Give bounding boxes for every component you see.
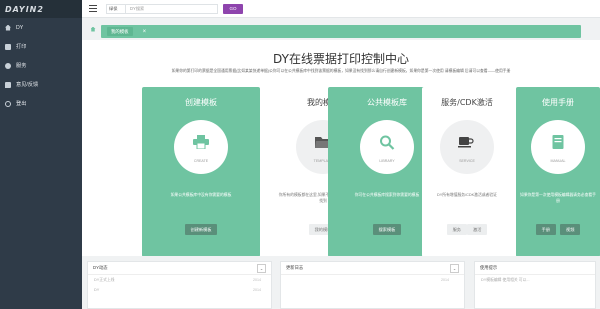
card-create-template: 创建模板 CREATE 如果公共模板库中没有你需要的模板 创建新模板 bbox=[142, 87, 260, 257]
list-item[interactable]: 2014 bbox=[281, 275, 464, 285]
sidebar-item-label: 打印 bbox=[16, 44, 27, 50]
service-button[interactable]: 服务 bbox=[446, 224, 467, 235]
list-item[interactable]: DY 2014 bbox=[88, 285, 271, 295]
card-text: DY所有增值服务/CDK激活或者验证 bbox=[437, 193, 497, 197]
card-icon-caption: MANUAL bbox=[550, 159, 566, 163]
card-icon-caption: CREATE bbox=[193, 159, 209, 163]
tab-home[interactable] bbox=[88, 24, 98, 34]
card-text: 你可在公共模板库搜索到你需要的模板 bbox=[354, 193, 420, 197]
sidebar-item-feedback[interactable]: 意见/反馈 bbox=[0, 75, 82, 94]
list-item[interactable]: DY模板编辑 使用相关 可以... bbox=[475, 275, 595, 285]
sidebar-item-label: DY bbox=[16, 24, 24, 31]
page-description: 如果你的第打印的票据是全国通用票据(比如某某快递单据)公你可以在公共模板库中找到… bbox=[171, 69, 511, 73]
card-text: 如果你是第一次使用模板编辑器请务必查看手册 bbox=[520, 193, 596, 204]
sidebar-item-label: 意见/反馈 bbox=[16, 82, 39, 88]
printer-icon bbox=[193, 135, 209, 149]
card-title: 创建模板 bbox=[185, 98, 217, 107]
search-scope-select[interactable]: 绿保 bbox=[106, 3, 126, 14]
service-icon bbox=[5, 62, 11, 69]
topbar: 绿保 DY搜索 GO bbox=[82, 0, 600, 18]
chevron-down-icon[interactable]: ⌄ bbox=[450, 264, 459, 273]
printer-icon bbox=[5, 43, 11, 50]
menu-toggle-icon[interactable] bbox=[89, 5, 97, 12]
panel-title: 更新日志 bbox=[286, 265, 304, 270]
close-icon[interactable]: × bbox=[143, 29, 147, 35]
search-template-button[interactable]: 搜索模板 bbox=[372, 224, 402, 235]
panel-title: DY动态 bbox=[93, 265, 108, 270]
brand-logo: DAYIN2 bbox=[5, 4, 44, 14]
sidebar-item-dy[interactable]: DY bbox=[0, 18, 82, 37]
logout-icon bbox=[5, 100, 11, 107]
brand[interactable]: DAYIN2 bbox=[0, 0, 82, 18]
card-icon-caption: LIBRARY bbox=[379, 159, 395, 163]
home-icon bbox=[5, 24, 11, 31]
video-button[interactable]: 视频 bbox=[560, 224, 581, 235]
create-template-button[interactable]: 创建新模板 bbox=[184, 224, 218, 235]
go-button[interactable]: GO bbox=[223, 3, 243, 14]
card-icon-caption: SERVICE bbox=[459, 159, 475, 163]
sidebar-item-logout[interactable]: 登出 bbox=[0, 94, 82, 113]
panel-tips: 使用提示 DY模板编辑 使用相关 可以... bbox=[474, 261, 596, 309]
card-icon-circle: MANUAL bbox=[531, 120, 585, 174]
card-service: 服务/CDK激活 SERVICE DY所有增值服务/CDK激活或者验证 服务 激… bbox=[422, 87, 512, 257]
feedback-icon bbox=[5, 81, 11, 88]
activate-button[interactable]: 激活 bbox=[467, 224, 488, 235]
card-icon-circle: CREATE bbox=[174, 120, 228, 174]
card-title: 使用手册 bbox=[542, 98, 574, 107]
manual-button[interactable]: 手册 bbox=[535, 224, 556, 235]
card-title: 服务/CDK激活 bbox=[441, 98, 493, 107]
home-icon bbox=[90, 26, 96, 32]
sidebar-item-label: 登出 bbox=[16, 101, 27, 107]
book-icon bbox=[552, 135, 564, 149]
tab-label: 我的模板 bbox=[107, 27, 133, 36]
search-input[interactable]: DY搜索 bbox=[126, 3, 218, 14]
tab-bar: 我的模板 × bbox=[82, 18, 600, 40]
panel-changelog: 更新日志 ⌄ 2014 bbox=[280, 261, 465, 309]
page-title: DY在线票据打印控制中心 bbox=[273, 52, 409, 66]
sidebar-item-label: 服务 bbox=[16, 63, 27, 69]
card-manual: 使用手册 MANUAL 如果你是第一次使用模板编辑器请务必查看手册 手册 视频 bbox=[516, 87, 600, 257]
card-icon-circle: LIBRARY bbox=[360, 120, 414, 174]
bottom-panels: DY动态 ⌄ DY正式上线 2014 DY 2014 更新日志 ⌄ 2014 使… bbox=[82, 256, 600, 309]
list-item[interactable]: DY正式上线 2014 bbox=[88, 275, 271, 285]
chevron-down-icon[interactable]: ⌄ bbox=[257, 264, 266, 273]
sidebar-item-print[interactable]: 打印 bbox=[0, 37, 82, 56]
card-icon-circle: SERVICE bbox=[440, 120, 494, 174]
panel-title: 使用提示 bbox=[480, 265, 498, 270]
coffee-icon bbox=[458, 137, 474, 148]
tab-my-templates[interactable]: 我的模板 × bbox=[101, 25, 581, 38]
panel-dy-news: DY动态 ⌄ DY正式上线 2014 DY 2014 bbox=[87, 261, 272, 309]
search-icon bbox=[380, 135, 395, 150]
card-text: 如果公共模板库中没有你需要的模板 bbox=[170, 193, 232, 197]
sidebar: DAYIN2 DY 打印 服务 意见/反馈 登出 bbox=[0, 0, 82, 309]
sidebar-item-service[interactable]: 服务 bbox=[0, 56, 82, 75]
